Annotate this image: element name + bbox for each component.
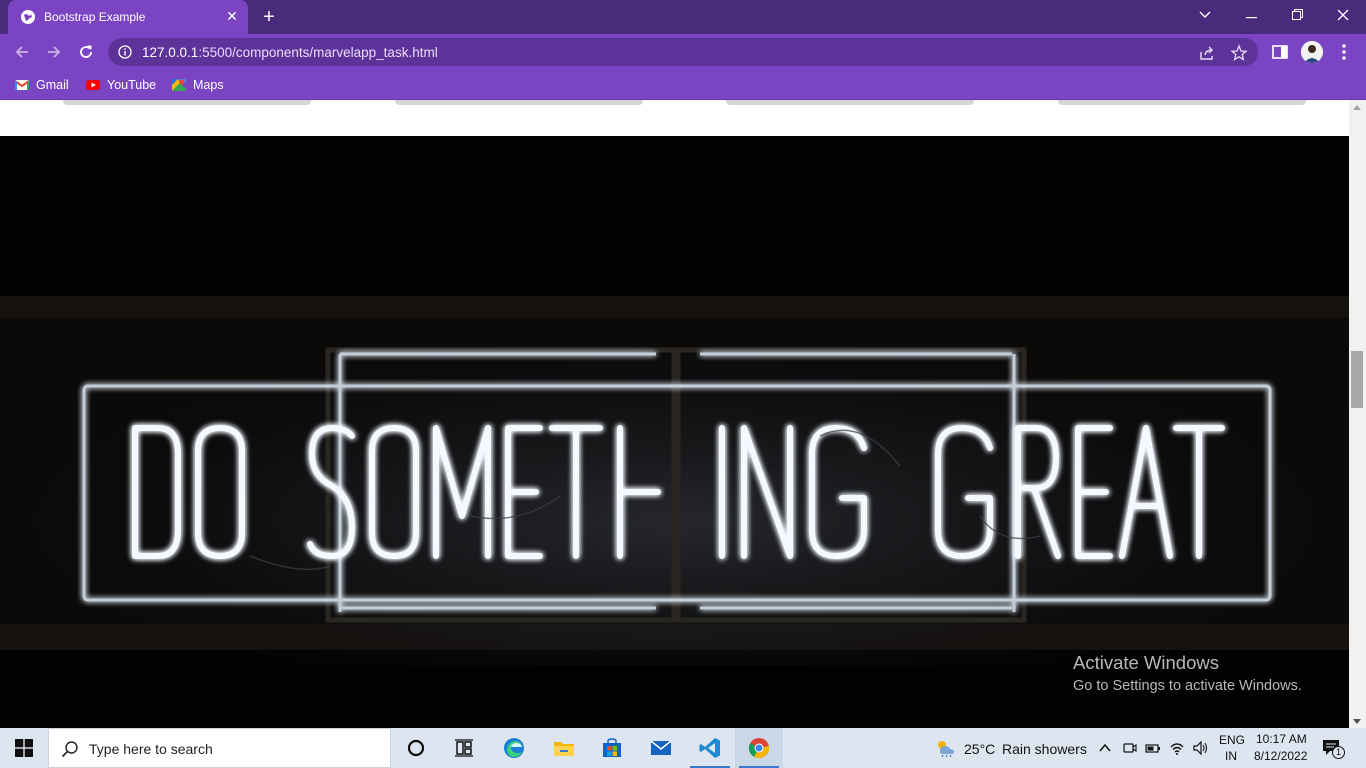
hero-image	[0, 136, 1349, 728]
weather-temp[interactable]: 25°C	[964, 741, 995, 757]
card-bottom-edge	[395, 100, 643, 105]
chrome-button[interactable]	[735, 728, 783, 768]
task-view-icon	[455, 739, 473, 757]
gmail-icon	[14, 80, 30, 90]
reload-button[interactable]	[74, 40, 98, 64]
page-scrollbar[interactable]	[1349, 100, 1366, 728]
watermark-title: Activate Windows	[1073, 652, 1219, 673]
volume-icon[interactable]	[1192, 740, 1208, 756]
share-icon[interactable]	[1198, 44, 1216, 62]
chevron-up-icon[interactable]	[1097, 740, 1113, 756]
close-window-button[interactable]	[1320, 0, 1366, 30]
site-info-icon[interactable]	[118, 45, 132, 59]
globe-icon	[21, 10, 35, 24]
bookmarks-bar: Gmail YouTube Maps	[0, 70, 1366, 100]
maps-icon	[172, 79, 186, 91]
neon-sign-image	[0, 136, 1349, 728]
cortana-button[interactable]	[392, 728, 440, 768]
new-tab-button[interactable]: +	[258, 6, 280, 28]
scrollbar-thumb[interactable]	[1351, 351, 1363, 408]
profile-avatar[interactable]	[1301, 41, 1323, 63]
reload-icon	[80, 45, 92, 58]
bookmark-maps[interactable]: Maps	[171, 76, 224, 94]
clock-date[interactable]: 8/12/2022	[1254, 749, 1307, 763]
mail-button[interactable]	[637, 728, 685, 768]
forward-arrow-icon	[48, 46, 61, 58]
battery-icon[interactable]	[1145, 740, 1161, 756]
search-placeholder: Type here to search	[89, 741, 213, 757]
search-icon	[61, 741, 78, 758]
file-explorer-button[interactable]	[540, 728, 588, 768]
chrome-icon	[748, 738, 770, 759]
vscode-button[interactable]	[686, 728, 734, 768]
language-indicator[interactable]: ENG	[1219, 733, 1245, 747]
region-indicator[interactable]: IN	[1225, 749, 1237, 763]
tab-title: Bootstrap Example	[44, 10, 146, 24]
edge-icon	[504, 738, 524, 758]
restore-button[interactable]	[1274, 0, 1320, 30]
browser-tab-strip: Bootstrap Example ✕ +	[0, 0, 1366, 34]
edge-button[interactable]	[490, 728, 538, 768]
file-explorer-icon	[554, 742, 574, 756]
store-icon	[603, 738, 621, 757]
bookmark-gmail[interactable]: Gmail	[14, 76, 69, 94]
weather-desc[interactable]: Rain showers	[1002, 741, 1087, 757]
taskbar-search-box[interactable]: Type here to search	[48, 728, 391, 768]
page-viewport	[0, 100, 1349, 728]
scroll-up-arrow-icon[interactable]	[1353, 105, 1361, 110]
close-tab-icon[interactable]: ✕	[224, 8, 240, 24]
screen: Bootstrap Example ✕ + 127.0.0.1:5500/com…	[0, 0, 1366, 768]
vscode-icon	[699, 738, 720, 758]
back-arrow-icon	[15, 46, 28, 58]
card-bottom-edge	[726, 100, 974, 105]
side-panel-icon[interactable]	[1270, 42, 1290, 62]
mail-icon	[650, 740, 672, 755]
weather-rain-icon[interactable]	[934, 738, 956, 758]
tab-bootstrap-example[interactable]: Bootstrap Example ✕	[8, 0, 248, 34]
bookmark-youtube[interactable]: YouTube	[85, 76, 156, 94]
youtube-icon	[86, 80, 100, 90]
card-bottom-edge	[1058, 100, 1306, 105]
address-bar[interactable]: 127.0.0.1:5500/components/marvelapp_task…	[108, 38, 1258, 66]
menu-kebab-icon[interactable]	[1334, 42, 1354, 62]
card-bottom-edge	[63, 100, 311, 105]
tab-search-chevron-icon[interactable]	[1182, 0, 1228, 30]
back-button[interactable]	[10, 40, 34, 64]
notification-center-button[interactable]: 1	[1322, 738, 1346, 760]
scroll-down-arrow-icon[interactable]	[1353, 719, 1361, 724]
minimize-button[interactable]	[1228, 0, 1274, 30]
meet-now-icon[interactable]	[1121, 740, 1137, 756]
cortana-icon	[407, 739, 425, 757]
watermark-subtitle: Go to Settings to activate Windows.	[1073, 678, 1302, 694]
forward-button[interactable]	[42, 40, 66, 64]
microsoft-store-button[interactable]	[588, 728, 636, 768]
bookmark-star-icon[interactable]	[1230, 44, 1248, 62]
windows-taskbar: Type here to search 25°C Rain showers EN…	[0, 728, 1366, 768]
clock-time[interactable]: 10:17 AM	[1256, 732, 1307, 746]
wifi-icon[interactable]	[1169, 740, 1185, 756]
activate-windows-watermark: Activate Windows Go to Settings to activ…	[1073, 652, 1302, 694]
windows-logo-icon	[15, 739, 33, 757]
start-button[interactable]	[0, 728, 48, 768]
url-text: 127.0.0.1:5500/components/marvelapp_task…	[142, 45, 438, 60]
notification-count-badge: 1	[1332, 746, 1345, 759]
task-view-button[interactable]	[440, 728, 488, 768]
browser-toolbar: 127.0.0.1:5500/components/marvelapp_task…	[0, 34, 1366, 70]
